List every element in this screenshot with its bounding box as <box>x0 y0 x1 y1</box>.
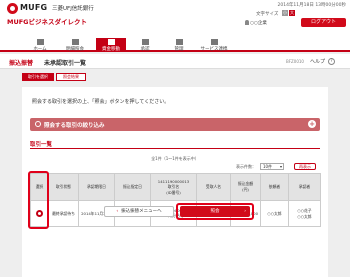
home-icon <box>36 39 44 45</box>
global-nav: ホーム 明細照会 資金移動 承認 管理 サービス連携 <box>0 38 350 52</box>
step-select: 取引を選択 <box>22 73 54 81</box>
select-column-highlight <box>28 171 49 229</box>
service-name: MUFGビジネスダイレクト <box>7 18 88 26</box>
header: MUFG 三菱UFJ信託銀行 MUFGビジネスダイレクト 2014年11月18日… <box>0 0 350 38</box>
mufg-logo-icon <box>7 3 18 14</box>
inquiry-button-highlight <box>176 203 254 220</box>
login-time: 2014年11月18日 13時00分00秒 <box>277 3 346 8</box>
col-approval-deadline: 承認期限日 <box>78 173 115 201</box>
col-recipient: 受取人名 <box>196 173 231 201</box>
nav-approval[interactable]: 承認 <box>134 38 156 52</box>
user-icon <box>245 20 249 25</box>
help-icon[interactable]: ? <box>328 58 335 65</box>
help-link[interactable]: ヘルプ <box>310 58 325 65</box>
nav-service-link-label: サービス連携 <box>200 47 228 52</box>
nav-statement-label: 明細照会 <box>66 47 84 52</box>
nav-home[interactable]: ホーム <box>28 38 52 52</box>
approver-cell: ○○花子 ○○太郎 <box>288 200 321 227</box>
admin-icon <box>175 39 183 45</box>
filter-label: 照会する取引の絞り込み <box>44 123 105 129</box>
redisplay-button[interactable]: 再表示 <box>294 163 316 170</box>
nav-approval-label: 承認 <box>140 47 150 52</box>
page-category: 振込振替 <box>9 60 34 67</box>
user-name: ○○企業 <box>250 21 267 26</box>
text-size-label: 文字サイズ <box>256 12 279 17</box>
col-transfer-date: 振込指定日 <box>114 173 151 201</box>
back-to-menu-button[interactable]: ‹ 振込振替メニューへ <box>104 206 174 217</box>
transaction-table: 選択 取引状態 承認期限日 振込指定日 1411190000013 取引名 (I… <box>30 173 321 227</box>
per-page-label: 表示件数： <box>236 164 256 169</box>
step-result: 照会結果 <box>56 73 86 81</box>
nav-admin-label: 管理 <box>174 47 184 52</box>
status-cell: 最終承認待ち <box>48 200 79 227</box>
expand-icon[interactable]: + <box>308 120 316 128</box>
nav-fund-transfer-label: 資金移動 <box>102 47 120 52</box>
bank-name: 三菱UFJ信託銀行 <box>52 6 94 12</box>
text-size-large-button[interactable]: 大 <box>289 10 295 16</box>
per-page-select[interactable]: 10件 <box>260 163 284 170</box>
nav-service-link[interactable]: サービス連携 <box>196 38 232 52</box>
title-bar: 振込振替 未承認取引一覧 BFZ0010 ヘルプ ? <box>0 54 350 69</box>
transfer-icon <box>107 39 115 45</box>
chevron-left-icon: ‹ <box>116 209 119 214</box>
instruction-text: 照会する取引を選択の上、「照会」ボタンを押してください。 <box>32 99 170 105</box>
result-count: 全1件（1～1件を表示中） <box>151 156 199 161</box>
logout-button[interactable]: ログアウト <box>301 18 346 27</box>
nav-statement[interactable]: 明細照会 <box>62 38 88 52</box>
logo-text: MUFG <box>20 3 48 12</box>
nav-home-label: ホーム <box>33 47 47 52</box>
service-link-icon <box>210 39 218 45</box>
section-divider <box>30 148 320 149</box>
statement-icon <box>71 39 79 45</box>
section-title: 取引一覧 <box>30 142 53 148</box>
filter-accordion[interactable]: 照会する取引の絞り込み + <box>30 118 320 131</box>
col-amount: 振込金額 (円) <box>230 173 261 201</box>
col-status: 取引状態 <box>48 173 79 201</box>
col-requester: 依頼者 <box>260 173 289 201</box>
approval-icon <box>141 39 149 45</box>
page-title: 未承認取引一覧 <box>44 60 87 67</box>
screen-id: BFZ0010 <box>286 59 304 64</box>
col-transaction-name: 1411190000013 取引名 (ID番号) <box>150 173 197 201</box>
back-to-menu-label: 振込振替メニューへ <box>121 209 162 214</box>
main-content: 照会する取引を選択の上、「照会」ボタンを押してください。 照会する取引の絞り込み… <box>22 87 328 277</box>
col-approver: 承認者 <box>288 173 321 201</box>
nav-fund-transfer[interactable]: 資金移動 <box>96 38 126 52</box>
text-size-small-button[interactable]: 小 <box>282 10 288 16</box>
search-icon <box>35 121 41 127</box>
nav-admin[interactable]: 管理 <box>168 38 190 52</box>
requester-cell: ○○太郎 <box>260 200 289 227</box>
